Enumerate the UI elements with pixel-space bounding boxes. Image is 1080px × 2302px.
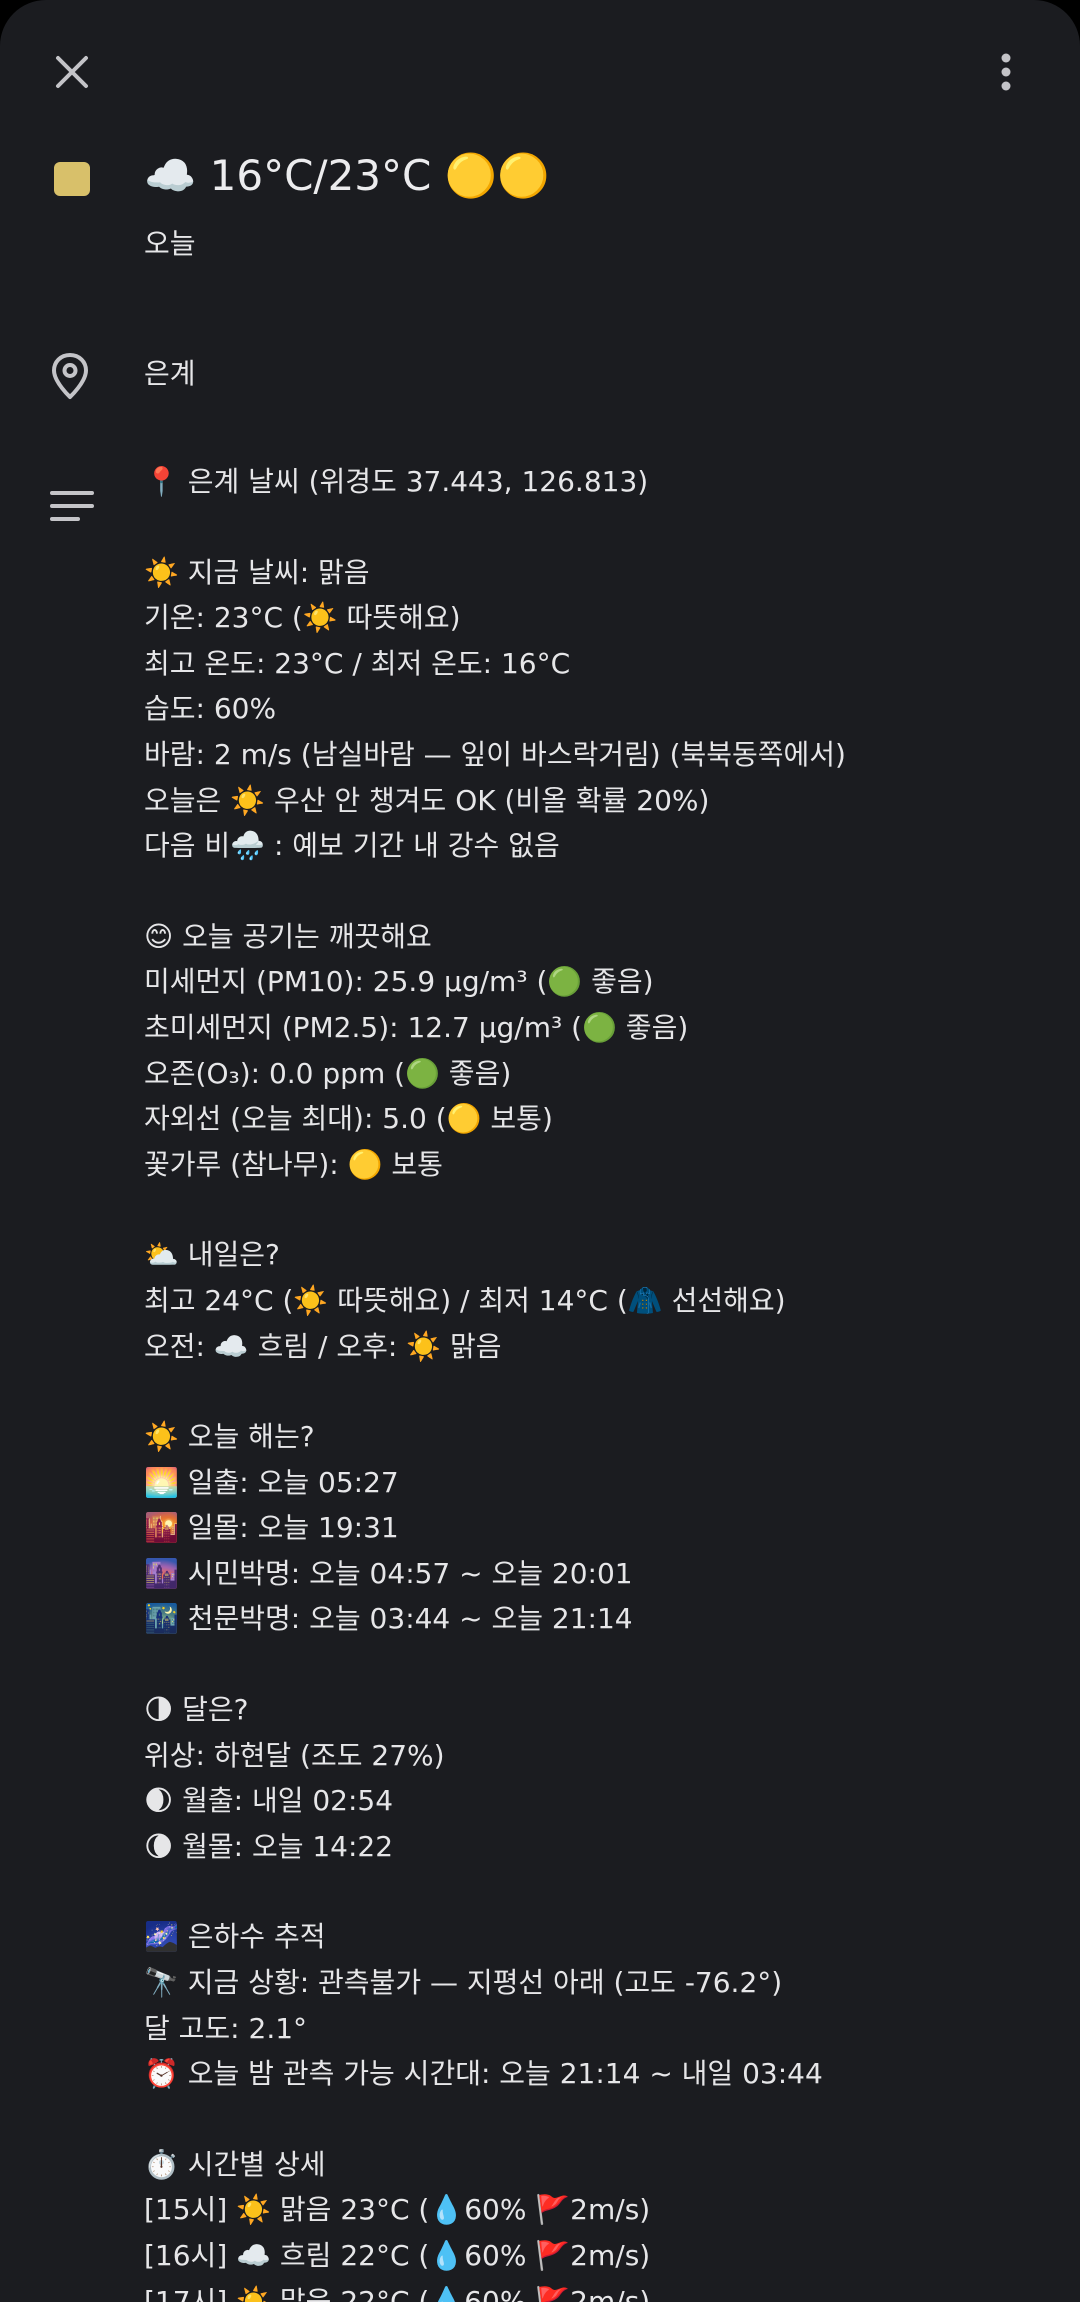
description-line: 🌇 일몰: 오늘 19:31 xyxy=(144,1511,399,1545)
description-line: [15시] ☀️ 맑음 23°C (💧60% 🚩2m/s) xyxy=(144,2193,651,2227)
event-detail-sheet: ☁️ 16°C/23°C 🟡🟡 오늘 은계 📍 은계 날씨 (위경도 37.44… xyxy=(0,0,1080,2302)
description-line: 달 고도: 2.1° xyxy=(144,2011,308,2045)
event-title: ☁️ 16°C/23°C 🟡🟡 xyxy=(144,151,550,200)
event-description: 📍 은계 날씨 (위경도 37.443, 126.813) ☀️ 지금 날씨: 맑… xyxy=(144,459,1064,2302)
location-pin-icon xyxy=(52,353,88,399)
description-line: ⛅ 내일은? xyxy=(144,1238,280,1272)
description-line: 🌗 달은? xyxy=(144,1693,249,1727)
description-line: 🌃 천문박명: 오늘 03:44 ~ 오늘 21:14 xyxy=(144,1602,633,1636)
description-line: 미세먼지 (PM10): 25.9 μg/m³ (🟢 좋음) xyxy=(144,965,654,999)
description-line: 📍 은계 날씨 (위경도 37.443, 126.813) xyxy=(144,465,649,498)
more-options-button[interactable] xyxy=(970,36,1042,108)
notes-icon xyxy=(50,491,94,521)
description-line: 다음 비🌧️ : 예보 기간 내 강수 없음 xyxy=(144,829,560,863)
event-date: 오늘 xyxy=(144,227,196,260)
description-line: 초미세먼지 (PM2.5): 12.7 μg/m³ (🟢 좋음) xyxy=(144,1010,689,1044)
description-line: 🌒 월출: 내일 02:54 xyxy=(144,1784,394,1818)
event-location: 은계 xyxy=(144,357,196,390)
description-line: 최고 24°C (☀️ 따뜻해요) / 최저 14°C (🧥 선선해요) xyxy=(144,1283,786,1317)
description-line: 🌌 은하수 추적 xyxy=(144,1920,326,1954)
description-line: [16시] ☁️ 흐림 22°C (💧60% 🚩2m/s) xyxy=(144,2239,651,2272)
close-button[interactable] xyxy=(36,36,108,108)
description-line: 오전: ☁️ 흐림 / 오후: ☀️ 맑음 xyxy=(144,1329,502,1363)
description-line: 오존(O₃): 0.0 ppm (🟢 좋음) xyxy=(144,1056,512,1090)
description-line: ⏰ 오늘 밤 관측 가능 시간대: 오늘 21:14 ~ 내일 03:44 xyxy=(144,2057,823,2091)
description-line: ☀️ 지금 날씨: 맑음 xyxy=(144,555,370,589)
description-line: 🌅 일출: 오늘 05:27 xyxy=(144,1465,399,1499)
more-vert-icon xyxy=(1001,53,1011,91)
description-line: 습도: 60% xyxy=(144,692,277,726)
description-line: [17시] ☀️ 맑음 22°C (💧60% 🚩2m/s) xyxy=(144,2284,651,2302)
description-line: 꽃가루 (참나무): 🟡 보통 xyxy=(144,1147,443,1181)
description-line: 😊 오늘 공기는 깨끗해요 xyxy=(144,919,432,953)
description-line: 🌘 월몰: 오늘 14:22 xyxy=(144,1829,394,1863)
description-line: 자외선 (오늘 최대): 5.0 (🟡 보통) xyxy=(144,1102,553,1136)
description-line: 오늘은 ☀️ 우산 안 챙겨도 OK (비올 확률 20%) xyxy=(144,783,710,817)
close-icon xyxy=(56,56,88,88)
event-color-swatch xyxy=(54,162,90,196)
description-line: ⏱️ 시간별 상세 xyxy=(144,2147,326,2181)
description-line: 최고 온도: 23°C / 최저 온도: 16°C xyxy=(144,646,571,680)
description-line: 🔭 지금 상황: 관측불가 — 지평선 아래 (고도 -76.2°) xyxy=(144,1966,783,2000)
description-line: ☀️ 오늘 해는? xyxy=(144,1420,315,1454)
description-line: 바람: 2 m/s (남실바람 — 잎이 바스락거림) (북북동쪽에서) xyxy=(144,737,846,771)
description-line: 🌆 시민박명: 오늘 04:57 ~ 오늘 20:01 xyxy=(144,1556,633,1590)
description-line: 기온: 23°C (☀️ 따뜻해요) xyxy=(144,601,461,635)
description-line: 위상: 하현달 (조도 27%) xyxy=(144,1738,445,1772)
